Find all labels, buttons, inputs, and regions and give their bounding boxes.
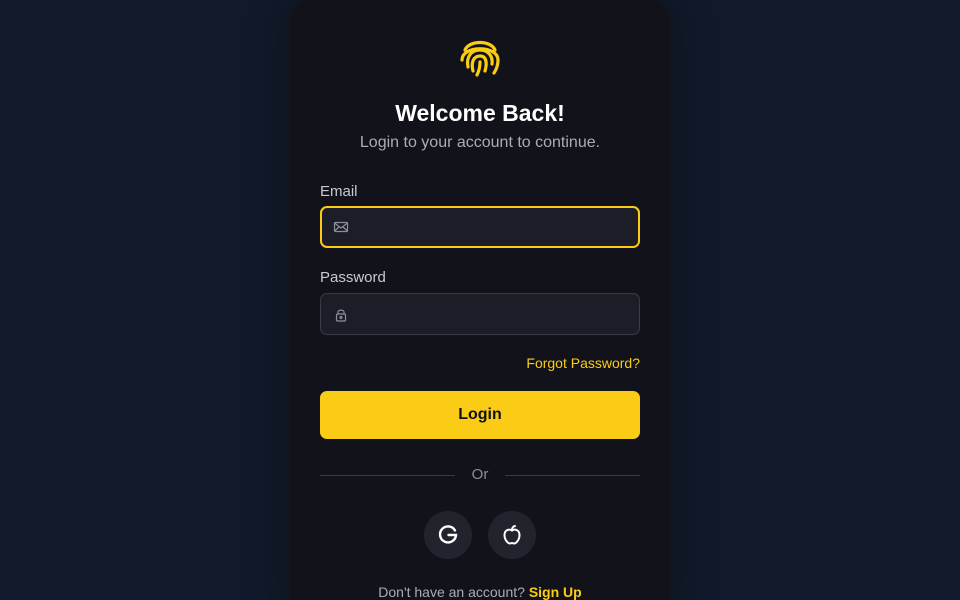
email-label: Email — [320, 183, 358, 200]
google-login-button[interactable] — [424, 511, 472, 559]
signup-prompt-text: Don't have an account? — [378, 584, 525, 600]
divider-label: Or — [471, 466, 489, 483]
password-input[interactable] — [359, 294, 629, 334]
divider-line-right — [505, 475, 640, 476]
lock-icon — [335, 309, 347, 322]
signup-link[interactable]: Sign Up — [529, 584, 582, 600]
fingerprint-icon — [457, 33, 503, 79]
divider-line-left — [320, 475, 455, 476]
signup-prompt: Don't have an account? Sign Up — [290, 584, 670, 600]
page-subtitle: Login to your account to continue. — [359, 134, 601, 151]
password-label: Password — [320, 269, 386, 286]
password-field[interactable] — [320, 293, 640, 335]
forgot-password-link[interactable]: Forgot Password? — [526, 355, 640, 371]
page-title: Welcome Back! — [395, 100, 565, 126]
login-button[interactable]: Login — [320, 391, 640, 439]
apple-icon — [503, 525, 521, 545]
mail-icon — [333, 221, 349, 233]
apple-login-button[interactable] — [488, 511, 536, 559]
google-icon — [438, 525, 458, 544]
email-field[interactable] — [320, 206, 640, 248]
email-input[interactable] — [360, 208, 630, 246]
login-page: Welcome Back! Login to your account to c… — [0, 0, 960, 600]
